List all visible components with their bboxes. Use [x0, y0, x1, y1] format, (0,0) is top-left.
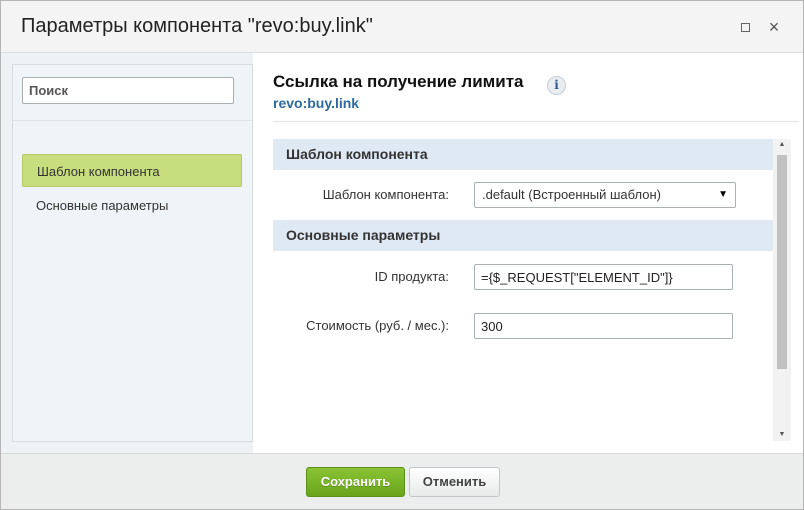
template-field-label: Шаблон компонента:	[322, 187, 449, 202]
scroll-up-arrow-icon[interactable]: ▲	[773, 139, 791, 151]
template-select[interactable]: .default (Встроенный шаблон) ▼	[474, 182, 736, 208]
vertical-scrollbar[interactable]: ▲ ▼	[773, 139, 791, 441]
product-id-label: ID продукта:	[374, 269, 449, 284]
sidebar-item-main-params[interactable]: Основные параметры	[22, 189, 242, 222]
dialog-body: Шаблон компонента Основные параметры Ссы…	[1, 53, 803, 453]
template-select-value: .default (Встроенный шаблон)	[482, 187, 661, 202]
dialog-footer: Сохранить Отменить	[1, 453, 803, 509]
section-header-template: Шаблон компонента	[273, 139, 775, 170]
maximize-icon[interactable]	[737, 19, 753, 35]
dialog-titlebar[interactable]: Параметры компонента "revo:buy.link" ×	[1, 1, 803, 53]
product-id-input[interactable]	[474, 264, 733, 290]
info-icon[interactable]: i	[547, 76, 566, 95]
page-title: Ссылка на получение лимита	[273, 72, 524, 91]
dropdown-arrow-icon: ▼	[718, 189, 728, 200]
cancel-button[interactable]: Отменить	[409, 467, 500, 497]
scrollbar-thumb[interactable]	[777, 155, 787, 369]
sidebar-item-label: Шаблон компонента	[37, 164, 160, 179]
sidebar-item-component-template[interactable]: Шаблон компонента	[22, 154, 242, 187]
main-panel: Ссылка на получение лимита i revo:buy.li…	[253, 53, 803, 453]
price-input[interactable]	[474, 313, 733, 339]
save-button[interactable]: Сохранить	[306, 467, 405, 497]
component-params-dialog: Параметры компонента "revo:buy.link" × Ш…	[0, 0, 804, 510]
divider	[273, 121, 799, 122]
close-icon[interactable]: ×	[766, 18, 782, 36]
component-code: revo:buy.link	[273, 95, 360, 111]
price-label: Стоимость (руб. / мес.):	[306, 318, 449, 333]
sidebar-item-label: Основные параметры	[36, 198, 169, 213]
section-header-main-params: Основные параметры	[273, 220, 775, 251]
sidebar: Шаблон компонента Основные параметры	[12, 64, 253, 442]
dialog-title: Параметры компонента "revo:buy.link"	[21, 15, 373, 37]
sidebar-search-area	[13, 65, 252, 121]
scroll-down-arrow-icon[interactable]: ▼	[773, 429, 791, 441]
search-input[interactable]	[22, 77, 234, 104]
